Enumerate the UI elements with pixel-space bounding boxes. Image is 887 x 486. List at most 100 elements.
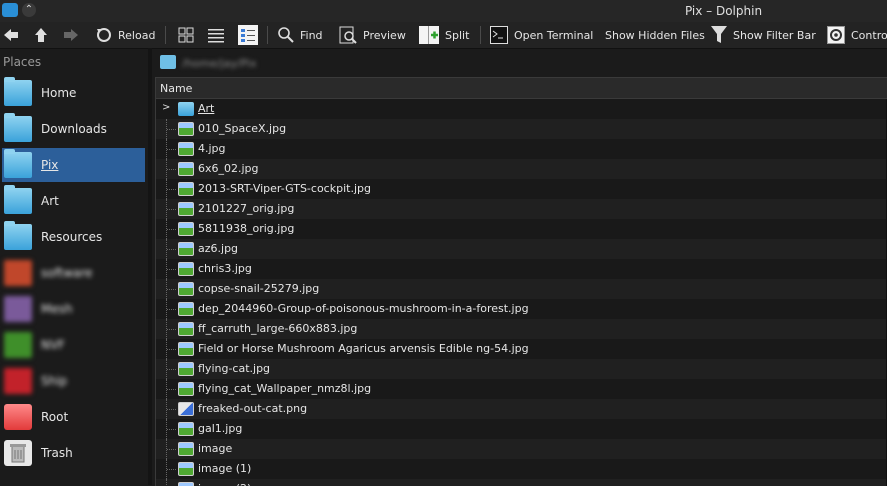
image-file-icon — [178, 402, 194, 416]
table-row[interactable]: image (1) — [156, 459, 887, 479]
resources-folder-icon — [4, 221, 32, 250]
trash-icon — [4, 440, 32, 466]
expand-arrow-icon[interactable]: > — [162, 102, 170, 113]
downloads-folder-icon — [4, 113, 32, 142]
reload-label: Reload — [118, 28, 156, 42]
toolbar-divider — [480, 26, 481, 44]
grid-icon — [178, 27, 194, 43]
drive-icon — [4, 296, 32, 322]
control-button[interactable]: Control — [827, 22, 887, 48]
sidebar-item-home[interactable]: Home — [2, 76, 145, 110]
table-row[interactable]: image — [156, 439, 887, 459]
split-button[interactable]: Split — [419, 22, 469, 48]
table-row[interactable]: chris3.jpg — [156, 259, 887, 279]
table-row[interactable]: ff_carruth_large-660x883.jpg — [156, 319, 887, 339]
control-icon — [827, 26, 845, 44]
breadcrumb-path[interactable]: /home/jay/Pix — [182, 57, 257, 70]
table-row[interactable]: gal1.jpg — [156, 419, 887, 439]
tree-line — [166, 299, 177, 319]
show-hidden-label: Show Hidden Files — [605, 28, 705, 42]
tree-line — [166, 439, 177, 459]
table-row[interactable]: 010_SpaceX.jpg — [156, 119, 887, 139]
table-row[interactable]: 4.jpg — [156, 139, 887, 159]
arrow-left-icon — [4, 29, 18, 41]
sidebar-splitter[interactable] — [148, 48, 152, 485]
image-file-icon — [178, 362, 194, 376]
image-file-icon — [178, 462, 194, 476]
sidebar-item-mesh[interactable]: Mesh — [2, 292, 145, 326]
sidebar-item-trash[interactable]: Trash — [2, 436, 145, 470]
forward-button[interactable] — [64, 22, 78, 48]
file-name: image — [198, 442, 233, 455]
file-name: 010_SpaceX.jpg — [198, 122, 287, 135]
tree-line — [166, 259, 177, 279]
sidebar-item-label: NVF — [41, 338, 66, 352]
image-file-icon — [178, 142, 194, 156]
sidebar-item-downloads[interactable]: Downloads — [2, 112, 145, 146]
sidebar-item-pix[interactable]: Pix — [2, 148, 145, 182]
back-button[interactable] — [4, 22, 18, 48]
image-file-icon — [178, 122, 194, 136]
sidebar-item-root[interactable]: Root — [2, 400, 145, 434]
search-icon — [278, 27, 294, 43]
open-terminal-button[interactable]: Open Terminal — [490, 22, 593, 48]
sidebar-item-label: Pix — [41, 158, 59, 172]
preview-button[interactable]: Preview — [339, 22, 406, 48]
title-bar: ⌃ Pix – Dolphin — [0, 0, 887, 22]
table-row[interactable]: > Art — [156, 99, 887, 119]
up-button[interactable] — [35, 22, 47, 48]
table-row[interactable]: 2013-SRT-Viper-GTS-cockpit.jpg — [156, 179, 887, 199]
table-row[interactable]: 5811938_orig.jpg — [156, 219, 887, 239]
file-name: Field or Horse Mushroom Agaricus arvensi… — [198, 342, 529, 355]
show-filter-bar-button[interactable]: Show Filter Bar — [711, 22, 816, 48]
table-row[interactable]: dep_2044960-Group-of-poisonous-mushroom-… — [156, 299, 887, 319]
tree-line — [166, 239, 177, 259]
column-header-name[interactable]: Name — [156, 78, 887, 99]
sidebar-item-label: Mesh — [41, 302, 73, 316]
table-row[interactable]: flying_cat_Wallpaper_nmz8l.jpg — [156, 379, 887, 399]
folder-icon — [178, 102, 194, 116]
file-view[interactable]: Name > Art 010_SpaceX.jpg 4.jpg 6x6_02.jpg 20… — [155, 77, 887, 486]
table-row[interactable]: 6x6_02.jpg — [156, 159, 887, 179]
breadcrumb[interactable]: /home/jay/Pix — [152, 52, 887, 74]
show-filter-label: Show Filter Bar — [733, 28, 816, 42]
image-file-icon — [178, 282, 194, 296]
sidebar-item-ship[interactable]: Ship — [2, 364, 145, 398]
table-row[interactable]: flying-cat.jpg — [156, 359, 887, 379]
tree-line — [166, 179, 177, 199]
table-row[interactable]: Field or Horse Mushroom Agaricus arvensi… — [156, 339, 887, 359]
list-icon — [208, 29, 224, 43]
tree-line — [166, 279, 177, 299]
file-name: image (1) — [198, 462, 252, 475]
find-button[interactable]: Find — [278, 22, 323, 48]
toolbar-divider — [165, 26, 166, 44]
table-row[interactable]: freaked-out-cat.png — [156, 399, 887, 419]
sidebar-item-art[interactable]: Art — [2, 184, 145, 218]
root-folder-icon — [4, 404, 32, 430]
funnel-icon — [711, 26, 727, 43]
sidebar-item-label: Root — [41, 410, 69, 424]
table-row[interactable]: az6.jpg — [156, 239, 887, 259]
sidebar-item-resources[interactable]: Resources — [2, 220, 145, 254]
table-row[interactable]: copse-snail-25279.jpg — [156, 279, 887, 299]
file-name: dep_2044960-Group-of-poisonous-mushroom-… — [198, 302, 529, 315]
compact-view-button[interactable] — [208, 22, 224, 48]
preview-icon — [339, 26, 357, 44]
arrow-right-icon — [64, 29, 78, 41]
art-folder-icon — [4, 185, 32, 214]
file-name: 6x6_02.jpg — [198, 162, 259, 175]
terminal-icon — [490, 26, 508, 44]
show-hidden-files-button[interactable]: Show Hidden Files — [605, 22, 705, 48]
sidebar-item-software[interactable]: software — [2, 256, 145, 290]
image-file-icon — [178, 342, 194, 356]
tree-line — [166, 319, 177, 339]
table-row[interactable]: 2101227_orig.jpg — [156, 199, 887, 219]
sidebar-item-nvf[interactable]: NVF — [2, 328, 145, 362]
details-view-button[interactable] — [238, 22, 258, 48]
tree-line — [166, 119, 177, 139]
icons-view-button[interactable] — [178, 22, 194, 48]
file-name: flying_cat_Wallpaper_nmz8l.jpg — [198, 382, 372, 395]
home-folder-icon — [4, 77, 32, 106]
image-file-icon — [178, 262, 194, 276]
reload-button[interactable]: Reload — [96, 22, 155, 48]
